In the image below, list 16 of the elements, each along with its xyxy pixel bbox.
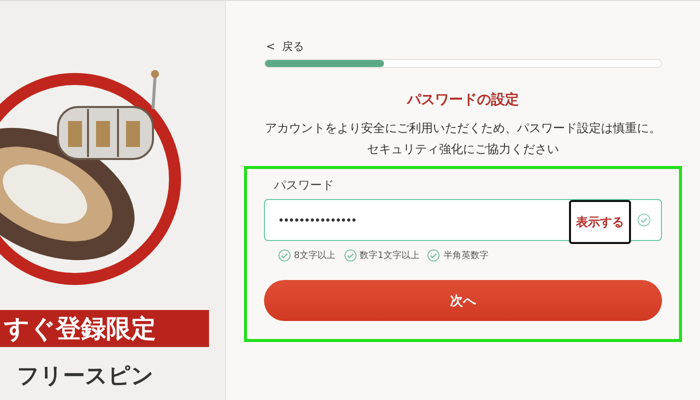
next-button[interactable]: 次へ bbox=[264, 280, 662, 321]
check-icon bbox=[278, 249, 291, 262]
rule-label: 8文字以上 bbox=[294, 250, 336, 262]
check-icon bbox=[344, 249, 357, 262]
description-text: アカウントをより安全にご利用いただくため、パスワード設定は慎重に。セキュリティ強化にご協力ください bbox=[264, 120, 662, 158]
rule-label: 半角英数字 bbox=[443, 250, 488, 262]
check-icon bbox=[427, 249, 440, 262]
rule-label: 数字1文字以上 bbox=[360, 250, 420, 262]
back-link[interactable]: < 戻る bbox=[266, 39, 662, 54]
check-icon bbox=[637, 213, 651, 227]
page-title: パスワードの設定 bbox=[406, 91, 520, 109]
promo-subtitle: フリースピン bbox=[17, 363, 154, 391]
promo-headline: すぐ登録限定 bbox=[4, 314, 156, 343]
show-password-button[interactable]: 表示する bbox=[569, 200, 631, 244]
field-label: パスワード bbox=[274, 177, 335, 194]
password-field[interactable]: ••••••••••••••• 表示する bbox=[264, 199, 662, 241]
